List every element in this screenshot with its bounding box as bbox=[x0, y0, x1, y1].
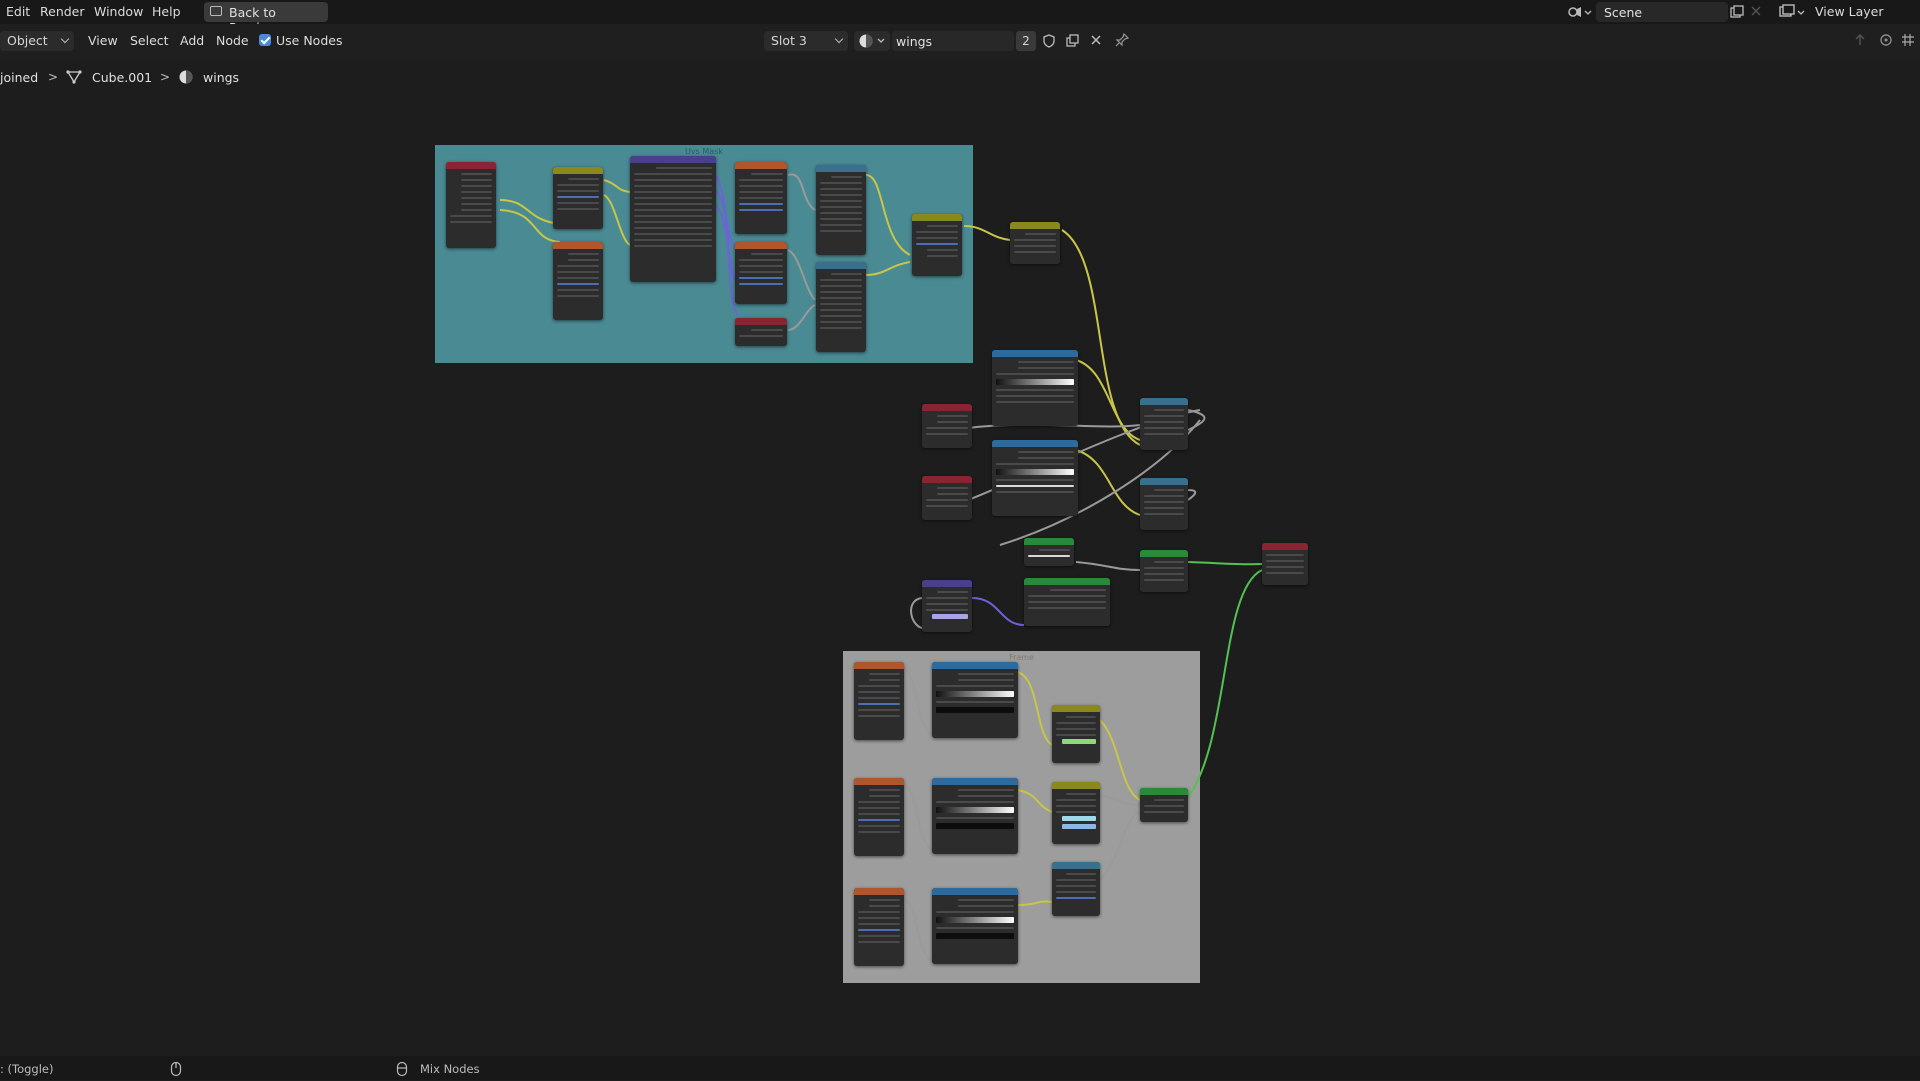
mouse-icon bbox=[170, 1061, 182, 1081]
link bbox=[865, 174, 911, 256]
link bbox=[1187, 489, 1197, 501]
link bbox=[603, 179, 631, 193]
link bbox=[903, 667, 933, 736]
link bbox=[903, 899, 933, 961]
color-ramp-node[interactable] bbox=[932, 778, 1018, 854]
mix-nodes-hint: Mix Nodes bbox=[420, 1062, 480, 1076]
mapping-node[interactable] bbox=[630, 156, 716, 282]
mix-node[interactable] bbox=[1140, 478, 1188, 530]
noise-texture-node[interactable] bbox=[854, 778, 904, 856]
material-output-node[interactable] bbox=[1262, 543, 1308, 585]
normal-map-node[interactable] bbox=[922, 580, 972, 632]
color-ramp-node[interactable] bbox=[932, 888, 1018, 964]
value-node[interactable] bbox=[735, 318, 787, 346]
link bbox=[1099, 811, 1141, 881]
color-ramp-node[interactable] bbox=[992, 440, 1078, 516]
color-ramp-node[interactable] bbox=[992, 350, 1078, 426]
link bbox=[787, 304, 816, 331]
mix-node[interactable] bbox=[1052, 705, 1100, 763]
link bbox=[499, 209, 561, 243]
principled-bsdf-node[interactable] bbox=[1024, 578, 1110, 626]
voronoi-texture-node[interactable] bbox=[735, 242, 787, 304]
map-range-node[interactable] bbox=[816, 165, 866, 255]
link bbox=[603, 194, 631, 246]
emission-node[interactable] bbox=[1140, 788, 1188, 822]
texture-coordinate-node[interactable] bbox=[446, 162, 496, 248]
mix-node[interactable] bbox=[553, 167, 603, 229]
link bbox=[1099, 719, 1141, 801]
mix-node[interactable] bbox=[912, 214, 962, 276]
mix-node[interactable] bbox=[1052, 782, 1100, 844]
bright-contrast-node[interactable] bbox=[1010, 222, 1060, 264]
link bbox=[1187, 409, 1206, 431]
map-range-node[interactable] bbox=[816, 262, 866, 352]
mouse-icon bbox=[396, 1061, 408, 1081]
link bbox=[1187, 561, 1263, 566]
link bbox=[1187, 569, 1263, 798]
link bbox=[963, 225, 1011, 241]
link bbox=[1017, 789, 1053, 813]
color-ramp-node[interactable] bbox=[932, 662, 1018, 738]
noise-texture-node[interactable] bbox=[854, 662, 904, 740]
link bbox=[865, 261, 911, 276]
status-bar: : (Toggle) Mix Nodes bbox=[0, 1056, 1920, 1080]
link bbox=[1075, 359, 1141, 441]
link bbox=[787, 173, 816, 211]
link bbox=[903, 784, 933, 851]
mix-shader-node[interactable] bbox=[1140, 550, 1188, 592]
link bbox=[1075, 561, 1141, 571]
toggle-hint: : (Toggle) bbox=[0, 1062, 54, 1076]
layer-weight-node[interactable] bbox=[922, 404, 972, 448]
noise-texture-node[interactable] bbox=[854, 888, 904, 966]
noise-texture-node[interactable] bbox=[553, 242, 603, 320]
link bbox=[787, 249, 816, 301]
math-node[interactable] bbox=[1140, 398, 1188, 450]
layer-weight-node[interactable] bbox=[922, 476, 972, 520]
link bbox=[971, 597, 1025, 626]
emission-node[interactable] bbox=[1024, 538, 1074, 566]
link bbox=[1017, 900, 1053, 906]
math-node[interactable] bbox=[1052, 862, 1100, 916]
voronoi-texture-node[interactable] bbox=[735, 162, 787, 234]
link bbox=[1017, 671, 1053, 746]
link bbox=[910, 597, 923, 629]
